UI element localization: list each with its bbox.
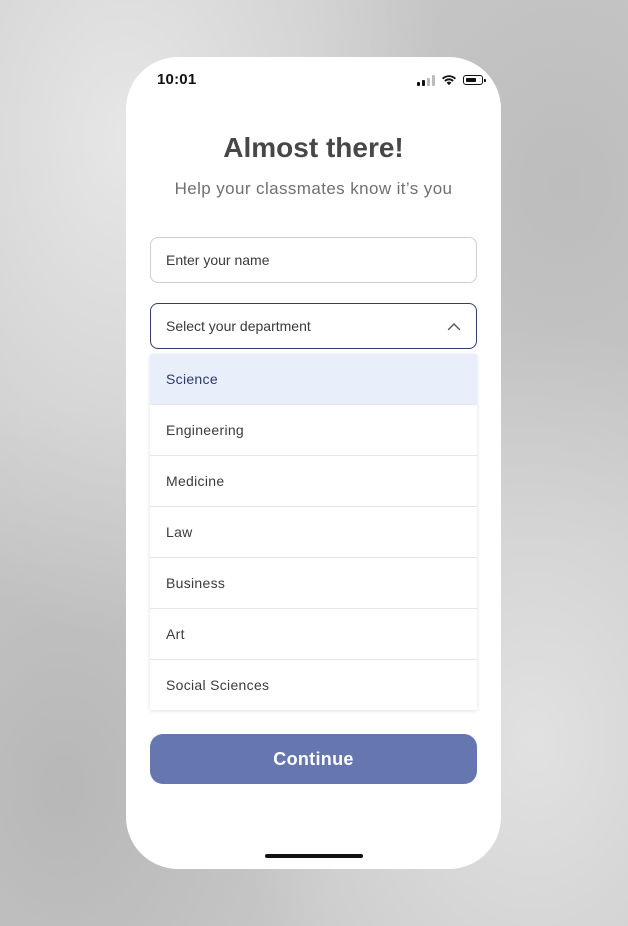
department-option-science[interactable]: Science (150, 354, 477, 405)
status-bar: 10:01 (126, 57, 501, 103)
cellular-signal-icon (417, 74, 435, 86)
status-time: 10:01 (157, 71, 197, 88)
page-title: Almost there! (223, 132, 404, 163)
wifi-icon (442, 75, 456, 86)
department-option-art[interactable]: Art (150, 609, 477, 660)
chevron-up-icon (447, 319, 461, 333)
battery-icon (463, 75, 486, 85)
page-subtitle: Help your classmates know it’s you (174, 179, 453, 198)
department-option-business[interactable]: Business (150, 558, 477, 609)
continue-button[interactable]: Continue (150, 734, 477, 784)
department-option-medicine[interactable]: Medicine (150, 456, 477, 507)
department-option-engineering[interactable]: Engineering (150, 405, 477, 456)
department-option-social-sciences[interactable]: Social Sciences (150, 660, 477, 710)
status-icons (417, 74, 486, 86)
department-option-law[interactable]: Law (150, 507, 477, 558)
department-select[interactable]: Select your department (150, 303, 477, 349)
department-select-label: Select your department (166, 318, 311, 334)
home-indicator[interactable] (265, 854, 363, 858)
phone-screen: 10:01 Almost there! Help your classmates… (126, 57, 501, 869)
name-input[interactable] (150, 237, 477, 283)
department-dropdown-list: Science Engineering Medicine Law Busines… (150, 354, 477, 710)
